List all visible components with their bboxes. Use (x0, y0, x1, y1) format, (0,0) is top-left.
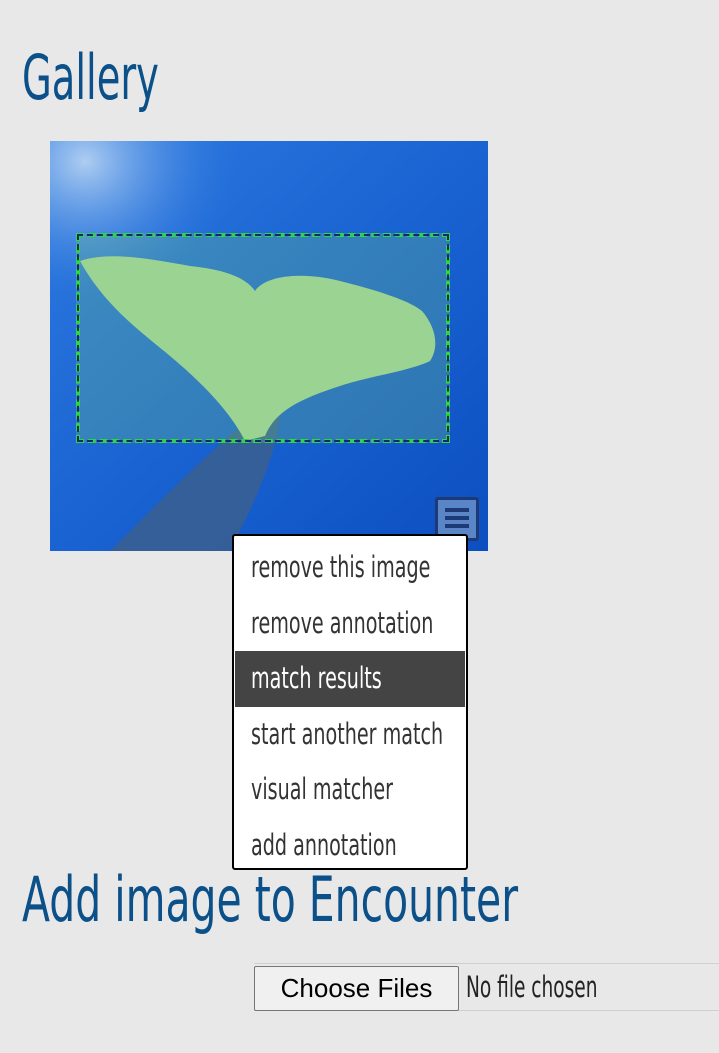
menu-item-remove-annotation[interactable]: remove annotation (235, 596, 465, 652)
add-image-heading: Add image to Encounter (22, 863, 519, 936)
file-status-label: No file chosen (466, 970, 598, 1004)
menu-item-label: add annotation (251, 827, 397, 862)
menu-item-start-another-match[interactable]: start another match (235, 707, 465, 763)
menu-item-label: match results (251, 661, 382, 695)
menu-item-match-results[interactable]: match results (235, 651, 465, 707)
image-context-menu: remove this image remove annotation matc… (232, 534, 468, 870)
gallery-heading: Gallery (22, 41, 159, 114)
file-input[interactable]: Choose Files No file chosen (254, 963, 719, 1011)
menu-item-label: start another match (251, 716, 444, 751)
choose-files-button[interactable]: Choose Files (254, 966, 459, 1011)
menu-item-visual-matcher[interactable]: visual matcher (235, 762, 465, 818)
menu-item-remove-image[interactable]: remove this image (235, 540, 465, 596)
menu-item-label: remove this image (251, 550, 431, 584)
menu-item-label: remove annotation (251, 605, 434, 640)
menu-item-label: visual matcher (251, 772, 394, 806)
annotation-box[interactable] (76, 233, 450, 443)
